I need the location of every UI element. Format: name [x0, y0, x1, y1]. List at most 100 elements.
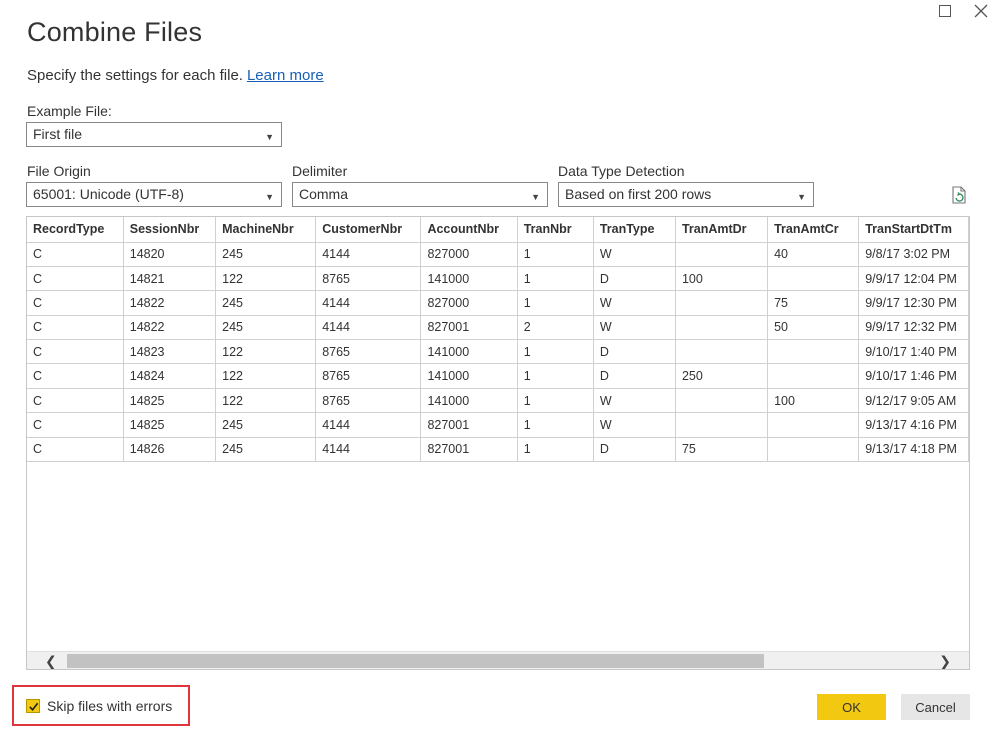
table-cell: 1	[517, 437, 594, 463]
table-cell: C	[27, 242, 124, 267]
table-cell: D	[593, 266, 676, 292]
table-cell: 827001	[420, 315, 518, 341]
example-file-select[interactable]: First file ▼	[26, 122, 282, 147]
table-cell: 4144	[315, 437, 422, 463]
column-header[interactable]: MachineNbr	[215, 217, 317, 243]
data-type-detection-select[interactable]: Based on first 200 rows ▼	[558, 182, 814, 207]
column-header[interactable]: AccountNbr	[420, 217, 518, 243]
column-header[interactable]: TranAmtCr	[767, 217, 860, 243]
table-cell: D	[593, 339, 676, 365]
table-cell: 9/9/17 12:32 PM	[858, 315, 969, 341]
table-cell: 8765	[315, 266, 422, 292]
table-cell	[675, 412, 769, 438]
column-header[interactable]: TranAmtDr	[675, 217, 769, 243]
delimiter-label: Delimiter	[292, 163, 348, 179]
column-header[interactable]: SessionNbr	[123, 217, 217, 243]
table-cell: 14824	[123, 363, 217, 389]
table-cell: C	[27, 290, 124, 316]
table-cell: 8765	[315, 388, 422, 414]
subtitle-text: Specify the settings for each file.	[27, 67, 243, 84]
example-file-label: Example File:	[27, 103, 112, 119]
cancel-button[interactable]: Cancel	[901, 694, 970, 720]
table-cell: C	[27, 339, 124, 365]
scrollbar-thumb[interactable]	[67, 654, 764, 668]
table-cell	[767, 363, 860, 389]
maximize-button[interactable]	[928, 0, 962, 22]
column-header[interactable]: TranType	[593, 217, 676, 243]
column-header[interactable]: RecordType	[27, 217, 124, 243]
table-cell: 1	[517, 266, 594, 292]
scroll-left-icon[interactable]: ❮	[45, 652, 57, 669]
table-cell	[767, 266, 860, 292]
table-cell: C	[27, 315, 124, 341]
table-cell: 1	[517, 290, 594, 316]
table-cell: 4144	[315, 242, 422, 267]
column-header[interactable]: TranNbr	[517, 217, 594, 243]
table-cell: 8765	[315, 339, 422, 365]
table-header-row: RecordType SessionNbr MachineNbr CustomerNb…	[27, 217, 969, 243]
refresh-icon[interactable]	[949, 185, 969, 205]
maximize-icon	[939, 5, 951, 17]
table-cell: 14823	[123, 339, 217, 365]
example-file-value: First file	[33, 126, 82, 142]
scroll-right-icon[interactable]: ❯	[939, 652, 951, 669]
table-cell: 141000	[420, 339, 518, 365]
table-cell: 75	[675, 437, 769, 463]
horizontal-scrollbar[interactable]: ❮ ❯	[27, 651, 969, 669]
table-row: C 14824 122 8765 141000 1 D 250 9/10/17 1:46 PM	[27, 363, 969, 389]
file-origin-value: 65001: Unicode (UTF-8)	[33, 186, 184, 202]
data-type-detection-label: Data Type Detection	[558, 163, 685, 179]
table-cell: 100	[767, 388, 860, 414]
column-header[interactable]: CustomerNbr	[315, 217, 422, 243]
table-cell: C	[27, 437, 124, 463]
table-cell: C	[27, 363, 124, 389]
skip-files-checkbox[interactable]	[26, 699, 40, 713]
table-cell: 40	[767, 242, 860, 267]
table-cell: C	[27, 412, 124, 438]
table-cell: 9/9/17 12:04 PM	[858, 266, 969, 292]
table-cell: 122	[215, 339, 317, 365]
table-cell: C	[27, 266, 124, 292]
column-header[interactable]: TranStartDtTm	[858, 217, 969, 243]
table-cell: 9/10/17 1:40 PM	[858, 339, 969, 365]
table-cell: 245	[215, 437, 317, 463]
table-cell: 9/12/17 9:05 AM	[858, 388, 969, 414]
table-cell: D	[593, 437, 676, 463]
table-cell: 245	[215, 412, 317, 438]
table-cell: 1	[517, 242, 594, 267]
table-cell: 245	[215, 242, 317, 267]
table-cell: 1	[517, 363, 594, 389]
table-cell: 14820	[123, 242, 217, 267]
preview-grid: RecordType SessionNbr MachineNbr CustomerNb…	[26, 216, 970, 670]
file-origin-select[interactable]: 65001: Unicode (UTF-8) ▼	[26, 182, 282, 207]
table-cell: 14825	[123, 388, 217, 414]
checkmark-icon	[28, 702, 38, 711]
table-cell: W	[593, 388, 676, 414]
table-cell: 250	[675, 363, 769, 389]
table-cell: 122	[215, 266, 317, 292]
table-cell	[767, 437, 860, 463]
close-button[interactable]	[964, 0, 998, 22]
table-row: C 14821 122 8765 141000 1 D 100 9/9/17 12:04 PM	[27, 266, 969, 292]
table-cell	[675, 242, 769, 267]
table-row: C 14825 245 4144 827001 1 W 9/13/17 4:16 PM	[27, 412, 969, 438]
learn-more-link[interactable]: Learn more	[247, 67, 324, 84]
table-cell	[675, 339, 769, 365]
table-row: C 14822 245 4144 827000 1 W 75 9/9/17 12:30 PM	[27, 290, 969, 316]
dialog-subtitle: Specify the settings for each file. Learn…	[27, 67, 324, 84]
chevron-down-icon: ▼	[265, 192, 274, 202]
table-cell: 9/9/17 12:30 PM	[858, 290, 969, 316]
table-cell: 827000	[420, 242, 518, 267]
table-cell: 1	[517, 339, 594, 365]
table-cell: 14825	[123, 412, 217, 438]
delimiter-select[interactable]: Comma ▼	[292, 182, 548, 207]
table-cell: 9/8/17 3:02 PM	[858, 242, 969, 267]
delimiter-value: Comma	[299, 186, 349, 202]
table-cell: 14822	[123, 290, 217, 316]
table-row: C 14823 122 8765 141000 1 D 9/10/17 1:40 PM	[27, 339, 969, 365]
ok-button[interactable]: OK	[817, 694, 886, 720]
table-cell: 9/13/17 4:16 PM	[858, 412, 969, 438]
table-cell: 827000	[420, 290, 518, 316]
table-cell: 1	[517, 412, 594, 438]
table-cell	[675, 315, 769, 341]
